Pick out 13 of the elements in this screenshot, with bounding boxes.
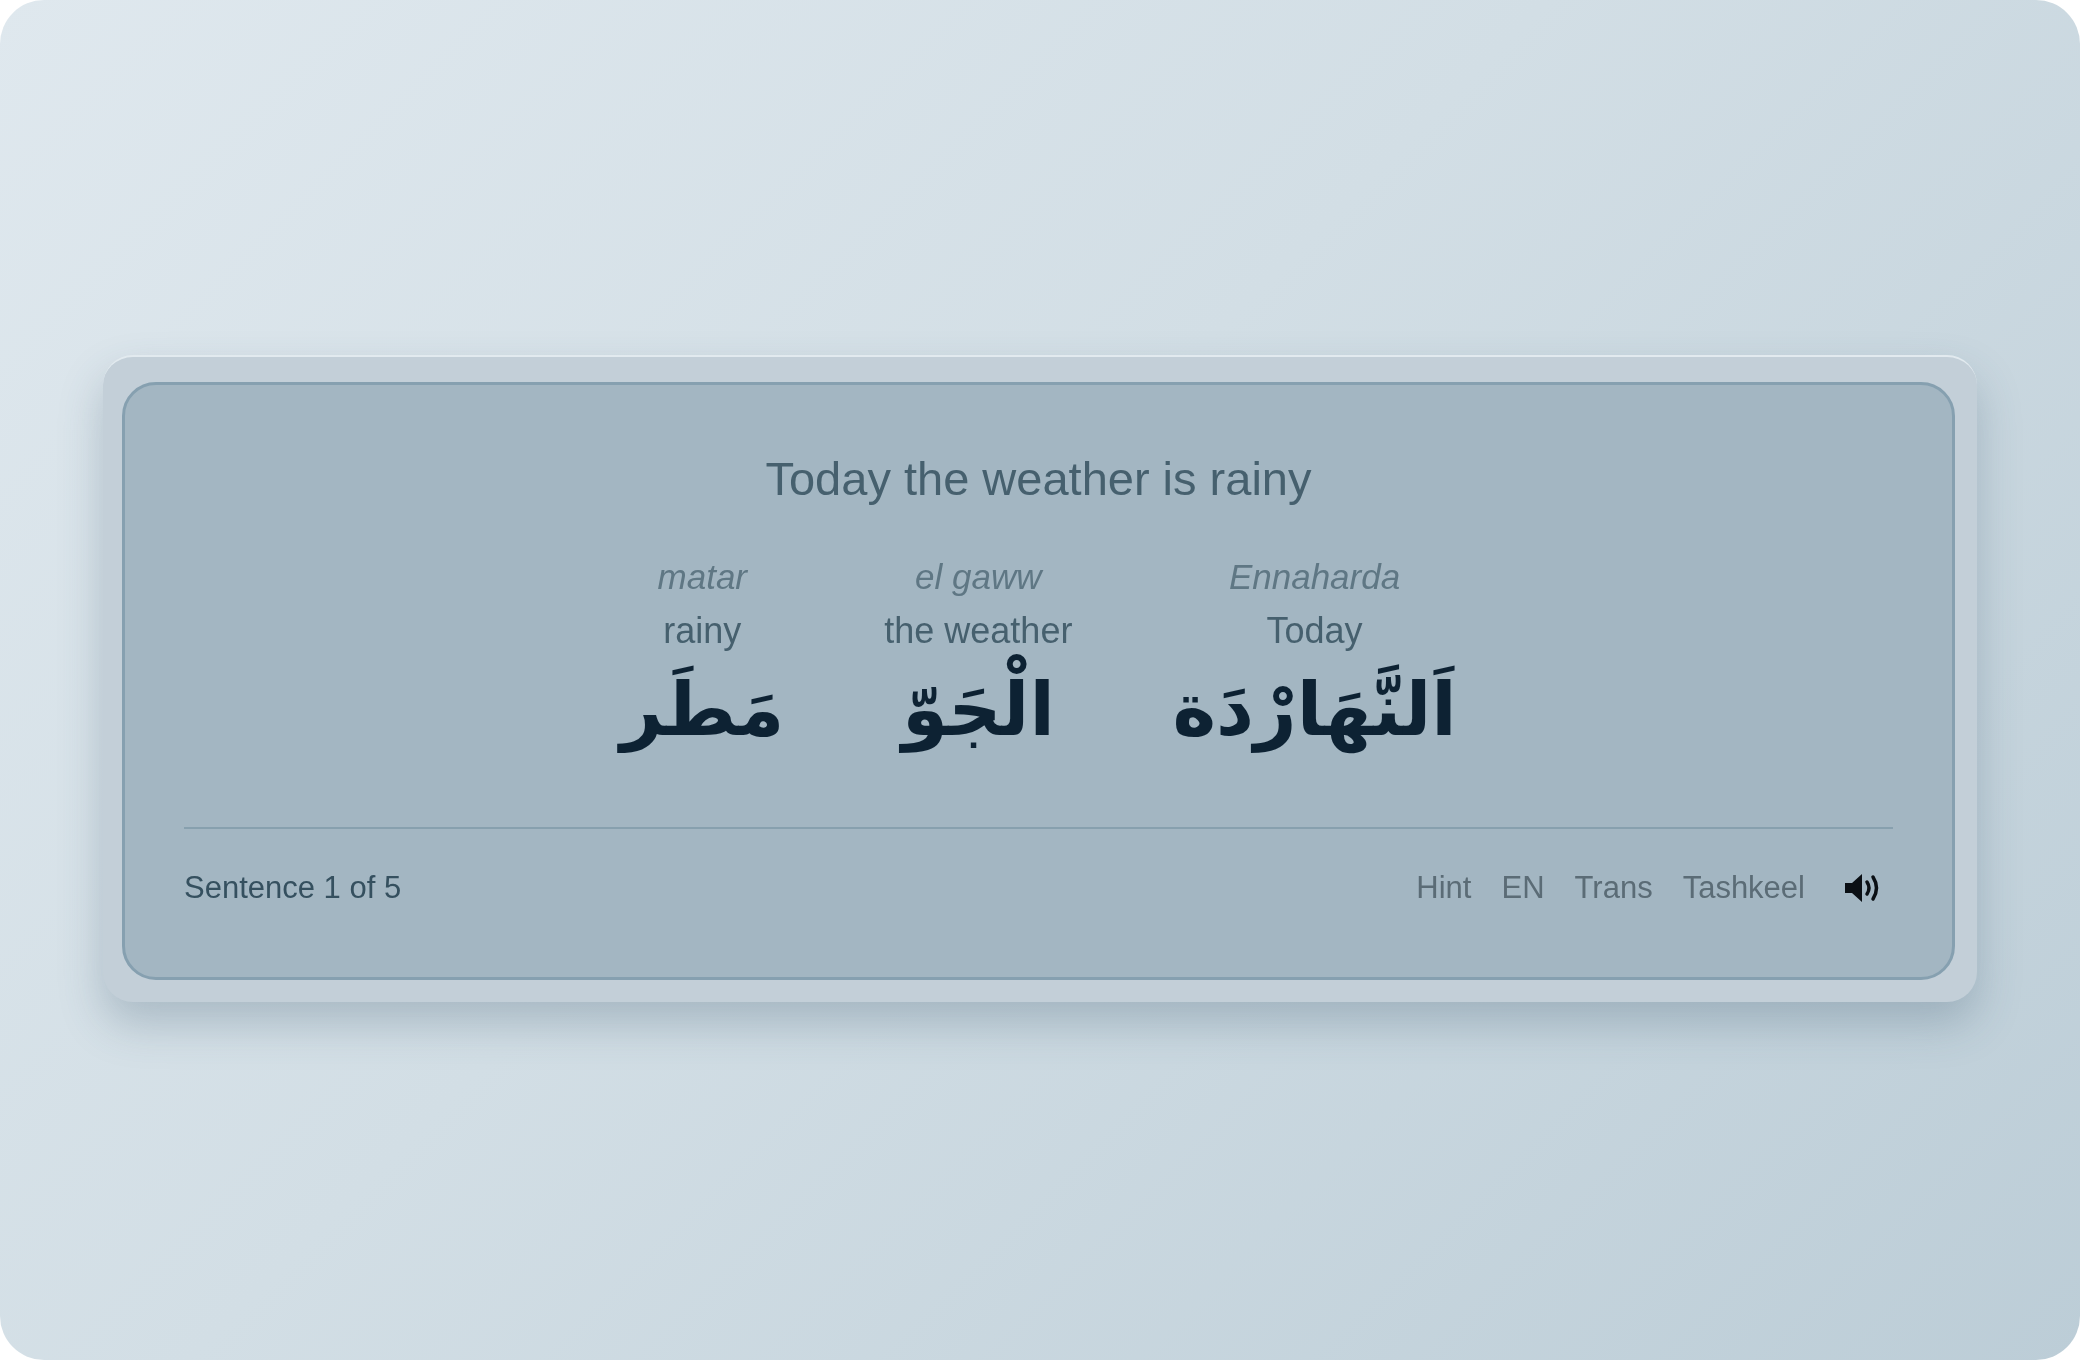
progress-text: Sentence 1 of 5 xyxy=(184,868,402,907)
gloss-text: Today xyxy=(1266,610,1363,651)
gloss-text: rainy xyxy=(663,610,742,651)
transliteration-text: matar xyxy=(657,556,748,597)
transliteration-text: el gaww xyxy=(915,556,1042,597)
toggle-button[interactable]: Tashkeel xyxy=(1682,868,1805,907)
toggle-button[interactable]: EN xyxy=(1501,868,1545,907)
sentence-text: Today the weather is rainy xyxy=(765,450,1312,507)
transliteration-text: Ennaharda xyxy=(1228,556,1401,597)
arabic-word: اَلنَّهَارْدَة xyxy=(1171,663,1458,756)
toggle-button[interactable]: Trans xyxy=(1574,868,1653,907)
toggle-button[interactable]: Hint xyxy=(1416,868,1472,907)
gloss-text: the weather xyxy=(884,610,1073,651)
